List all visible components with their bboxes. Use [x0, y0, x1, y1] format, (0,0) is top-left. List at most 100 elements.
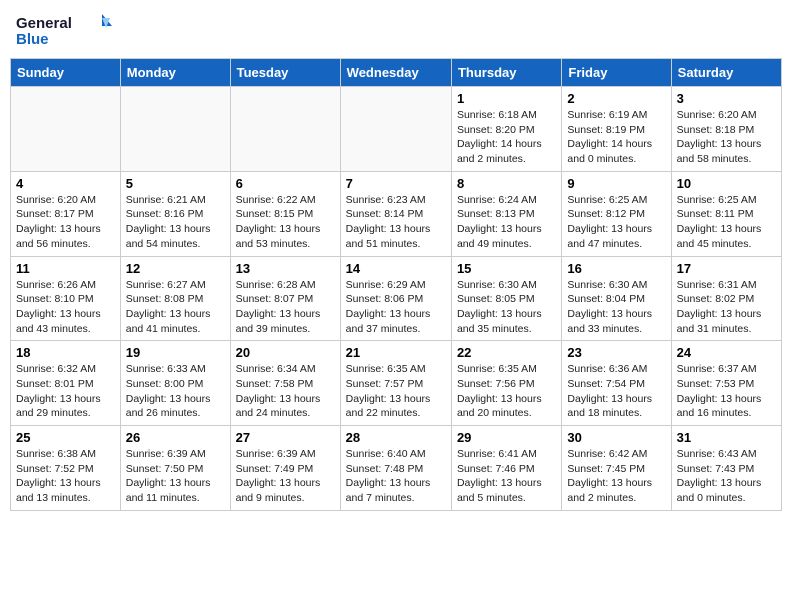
calendar-cell: 29 Sunrise: 6:41 AM Sunset: 7:46 PM Dayli…: [451, 426, 561, 511]
day-number: 25: [16, 430, 115, 445]
calendar-cell: [230, 87, 340, 172]
day-info: Sunrise: 6:40 AM Sunset: 7:48 PM Dayligh…: [346, 447, 446, 506]
calendar-header-row: SundayMondayTuesdayWednesdayThursdayFrid…: [11, 59, 782, 87]
day-number: 20: [236, 345, 335, 360]
day-number: 8: [457, 176, 556, 191]
day-info: Sunrise: 6:39 AM Sunset: 7:50 PM Dayligh…: [126, 447, 225, 506]
calendar-cell: 9 Sunrise: 6:25 AM Sunset: 8:12 PM Daylig…: [562, 171, 671, 256]
day-info: Sunrise: 6:35 AM Sunset: 7:56 PM Dayligh…: [457, 362, 556, 421]
day-number: 23: [567, 345, 665, 360]
calendar-cell: 11 Sunrise: 6:26 AM Sunset: 8:10 PM Dayli…: [11, 256, 121, 341]
day-number: 1: [457, 91, 556, 106]
calendar-cell: 26 Sunrise: 6:39 AM Sunset: 7:50 PM Dayli…: [120, 426, 230, 511]
day-info: Sunrise: 6:22 AM Sunset: 8:15 PM Dayligh…: [236, 193, 335, 252]
calendar-cell: 22 Sunrise: 6:35 AM Sunset: 7:56 PM Dayli…: [451, 341, 561, 426]
calendar-week-row: 4 Sunrise: 6:20 AM Sunset: 8:17 PM Daylig…: [11, 171, 782, 256]
calendar-cell: 28 Sunrise: 6:40 AM Sunset: 7:48 PM Dayli…: [340, 426, 451, 511]
logo-svg: General Blue: [14, 10, 114, 50]
day-number: 6: [236, 176, 335, 191]
calendar-cell: 4 Sunrise: 6:20 AM Sunset: 8:17 PM Daylig…: [11, 171, 121, 256]
calendar-cell: 2Sunrise: 6:19 AM Sunset: 8:19 PM Daylig…: [562, 87, 671, 172]
day-number: 22: [457, 345, 556, 360]
calendar-cell: [340, 87, 451, 172]
day-of-week-header: Wednesday: [340, 59, 451, 87]
day-info: Sunrise: 6:18 AM Sunset: 8:20 PM Dayligh…: [457, 108, 556, 167]
calendar-cell: 15 Sunrise: 6:30 AM Sunset: 8:05 PM Dayli…: [451, 256, 561, 341]
day-info: Sunrise: 6:23 AM Sunset: 8:14 PM Dayligh…: [346, 193, 446, 252]
day-info: Sunrise: 6:30 AM Sunset: 8:04 PM Dayligh…: [567, 278, 665, 337]
day-number: 2: [567, 91, 665, 106]
day-of-week-header: Thursday: [451, 59, 561, 87]
day-info: Sunrise: 6:25 AM Sunset: 8:12 PM Dayligh…: [567, 193, 665, 252]
calendar-cell: 19 Sunrise: 6:33 AM Sunset: 8:00 PM Dayli…: [120, 341, 230, 426]
day-number: 14: [346, 261, 446, 276]
day-number: 19: [126, 345, 225, 360]
day-number: 28: [346, 430, 446, 445]
day-number: 21: [346, 345, 446, 360]
day-number: 30: [567, 430, 665, 445]
day-info: Sunrise: 6:35 AM Sunset: 7:57 PM Dayligh…: [346, 362, 446, 421]
day-info: Sunrise: 6:36 AM Sunset: 7:54 PM Dayligh…: [567, 362, 665, 421]
svg-text:Blue: Blue: [16, 31, 49, 48]
calendar-cell: 21 Sunrise: 6:35 AM Sunset: 7:57 PM Dayli…: [340, 341, 451, 426]
day-info: Sunrise: 6:29 AM Sunset: 8:06 PM Dayligh…: [346, 278, 446, 337]
svg-text:General: General: [16, 15, 72, 32]
day-info: Sunrise: 6:37 AM Sunset: 7:53 PM Dayligh…: [677, 362, 776, 421]
calendar-cell: 17 Sunrise: 6:31 AM Sunset: 8:02 PM Dayli…: [671, 256, 781, 341]
calendar-cell: 30 Sunrise: 6:42 AM Sunset: 7:45 PM Dayli…: [562, 426, 671, 511]
day-number: 3: [677, 91, 776, 106]
day-of-week-header: Saturday: [671, 59, 781, 87]
day-info: Sunrise: 6:21 AM Sunset: 8:16 PM Dayligh…: [126, 193, 225, 252]
day-info: Sunrise: 6:28 AM Sunset: 8:07 PM Dayligh…: [236, 278, 335, 337]
day-info: Sunrise: 6:41 AM Sunset: 7:46 PM Dayligh…: [457, 447, 556, 506]
logo: General Blue: [14, 10, 114, 50]
calendar-cell: 20 Sunrise: 6:34 AM Sunset: 7:58 PM Dayli…: [230, 341, 340, 426]
calendar-cell: 10Sunrise: 6:25 AM Sunset: 8:11 PM Dayli…: [671, 171, 781, 256]
day-number: 11: [16, 261, 115, 276]
day-info: Sunrise: 6:42 AM Sunset: 7:45 PM Dayligh…: [567, 447, 665, 506]
calendar-cell: 6 Sunrise: 6:22 AM Sunset: 8:15 PM Daylig…: [230, 171, 340, 256]
day-info: Sunrise: 6:20 AM Sunset: 8:17 PM Dayligh…: [16, 193, 115, 252]
calendar-cell: 12Sunrise: 6:27 AM Sunset: 8:08 PM Dayli…: [120, 256, 230, 341]
calendar-week-row: 25 Sunrise: 6:38 AM Sunset: 7:52 PM Dayli…: [11, 426, 782, 511]
day-number: 31: [677, 430, 776, 445]
calendar-cell: 5 Sunrise: 6:21 AM Sunset: 8:16 PM Daylig…: [120, 171, 230, 256]
day-info: Sunrise: 6:26 AM Sunset: 8:10 PM Dayligh…: [16, 278, 115, 337]
calendar-cell: [11, 87, 121, 172]
calendar-cell: 18Sunrise: 6:32 AM Sunset: 8:01 PM Dayli…: [11, 341, 121, 426]
day-number: 4: [16, 176, 115, 191]
calendar-cell: 1 Sunrise: 6:18 AM Sunset: 8:20 PM Daylig…: [451, 87, 561, 172]
day-info: Sunrise: 6:30 AM Sunset: 8:05 PM Dayligh…: [457, 278, 556, 337]
calendar-cell: 16 Sunrise: 6:30 AM Sunset: 8:04 PM Dayli…: [562, 256, 671, 341]
day-number: 16: [567, 261, 665, 276]
day-number: 9: [567, 176, 665, 191]
calendar-cell: 25 Sunrise: 6:38 AM Sunset: 7:52 PM Dayli…: [11, 426, 121, 511]
day-number: 27: [236, 430, 335, 445]
day-info: Sunrise: 6:38 AM Sunset: 7:52 PM Dayligh…: [16, 447, 115, 506]
day-of-week-header: Sunday: [11, 59, 121, 87]
calendar-week-row: 18Sunrise: 6:32 AM Sunset: 8:01 PM Dayli…: [11, 341, 782, 426]
day-number: 5: [126, 176, 225, 191]
calendar-cell: 23 Sunrise: 6:36 AM Sunset: 7:54 PM Dayli…: [562, 341, 671, 426]
day-number: 17: [677, 261, 776, 276]
calendar-cell: [120, 87, 230, 172]
day-info: Sunrise: 6:43 AM Sunset: 7:43 PM Dayligh…: [677, 447, 776, 506]
header: General Blue: [10, 10, 782, 50]
calendar-cell: 24Sunrise: 6:37 AM Sunset: 7:53 PM Dayli…: [671, 341, 781, 426]
day-number: 29: [457, 430, 556, 445]
day-info: Sunrise: 6:33 AM Sunset: 8:00 PM Dayligh…: [126, 362, 225, 421]
day-info: Sunrise: 6:31 AM Sunset: 8:02 PM Dayligh…: [677, 278, 776, 337]
calendar-week-row: 11 Sunrise: 6:26 AM Sunset: 8:10 PM Dayli…: [11, 256, 782, 341]
calendar-week-row: 1 Sunrise: 6:18 AM Sunset: 8:20 PM Daylig…: [11, 87, 782, 172]
day-info: Sunrise: 6:24 AM Sunset: 8:13 PM Dayligh…: [457, 193, 556, 252]
day-number: 12: [126, 261, 225, 276]
day-number: 15: [457, 261, 556, 276]
calendar-cell: 14 Sunrise: 6:29 AM Sunset: 8:06 PM Dayli…: [340, 256, 451, 341]
day-info: Sunrise: 6:34 AM Sunset: 7:58 PM Dayligh…: [236, 362, 335, 421]
calendar-table: SundayMondayTuesdayWednesdayThursdayFrid…: [10, 58, 782, 511]
day-info: Sunrise: 6:32 AM Sunset: 8:01 PM Dayligh…: [16, 362, 115, 421]
day-number: 26: [126, 430, 225, 445]
day-number: 13: [236, 261, 335, 276]
day-info: Sunrise: 6:20 AM Sunset: 8:18 PM Dayligh…: [677, 108, 776, 167]
calendar-cell: 27Sunrise: 6:39 AM Sunset: 7:49 PM Dayli…: [230, 426, 340, 511]
